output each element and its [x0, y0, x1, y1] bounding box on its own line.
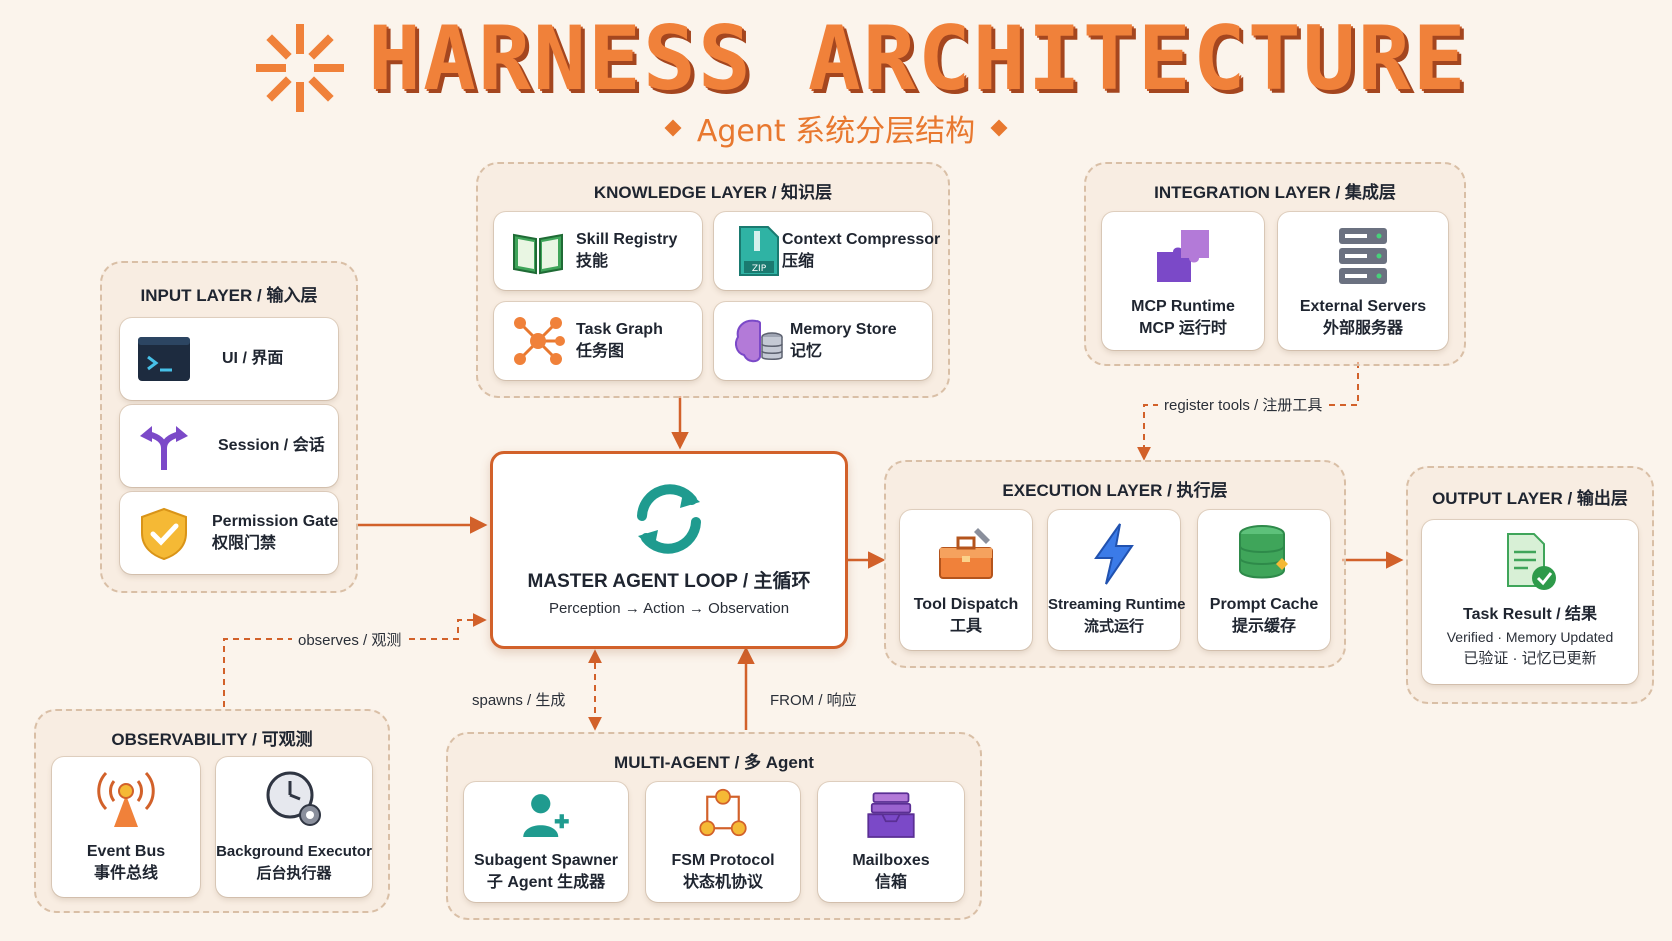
- input-layer: INPUT LAYER / 输入层 UI / 界面 Session / 会话 P…: [100, 261, 358, 593]
- svg-text:ZIP: ZIP: [752, 264, 767, 274]
- lightning-icon: [1094, 523, 1134, 585]
- refresh-cycle-icon: [637, 484, 701, 554]
- execution-layer-title: EXECUTION LAYER / 执行层: [1002, 481, 1228, 500]
- task-graph-label: Task Graph: [576, 321, 663, 338]
- card-streaming-runtime[interactable]: Streaming Runtime 流式运行: [1048, 510, 1186, 650]
- mcp-runtime-cn: MCP 运行时: [1139, 320, 1227, 337]
- permission-gate-cn: 权限门禁: [212, 535, 277, 552]
- ui-label: UI / 界面: [222, 350, 284, 367]
- mcp-runtime-label: MCP Runtime: [1131, 298, 1235, 315]
- input-layer-title: INPUT LAYER / 输入层: [140, 286, 318, 305]
- session-label: Session / 会话: [218, 437, 325, 454]
- card-ui[interactable]: UI / 界面: [120, 318, 338, 400]
- output-layer: OUTPUT LAYER / 输出层 Task Result / 结果 Veri…: [1406, 466, 1654, 704]
- observes-label: observes / 观测: [292, 629, 408, 650]
- multi-agent-layer: MULTI-AGENT / 多 Agent Subagent Spawner 子…: [446, 732, 982, 920]
- card-background-executor[interactable]: Background Executor 后台执行器: [216, 757, 372, 897]
- knowledge-layer-title: KNOWLEDGE LAYER / 知识层: [593, 183, 833, 202]
- card-prompt-cache[interactable]: Prompt Cache 提示缓存: [1198, 510, 1330, 650]
- tool-dispatch-cn: 工具: [949, 618, 982, 635]
- master-title: MASTER AGENT LOOP / 主循环: [527, 571, 811, 592]
- output-layer-title: OUTPUT LAYER / 输出层: [1432, 489, 1628, 508]
- card-external-servers[interactable]: External Servers 外部服务器: [1278, 212, 1448, 350]
- tool-dispatch-label: Tool Dispatch: [913, 596, 1019, 613]
- card-mcp-runtime[interactable]: MCP Runtime MCP 运行时: [1102, 212, 1264, 350]
- card-fsm-protocol[interactable]: FSM Protocol 状态机协议: [646, 782, 800, 902]
- knowledge-layer: KNOWLEDGE LAYER / 知识层 Skill Registry 技能 …: [476, 162, 950, 398]
- execution-layer: EXECUTION LAYER / 执行层 Tool Dispatch 工具 S…: [884, 460, 1346, 668]
- prompt-cache-cn: 提示缓存: [1231, 618, 1296, 635]
- card-session[interactable]: Session / 会话: [120, 405, 338, 487]
- streaming-runtime-cn: 流式运行: [1083, 618, 1144, 635]
- broadcast-icon: [97, 771, 155, 827]
- register-tools-label: register tools / 注册工具: [1158, 394, 1329, 415]
- task-result-label: Task Result / 结果: [1463, 606, 1597, 623]
- subagent-spawner-cn: 子 Agent 生成器: [486, 874, 606, 891]
- server-rack-icon: [1339, 228, 1387, 284]
- terminal-icon: [138, 337, 190, 381]
- card-permission-gate[interactable]: Permission Gate 权限门禁: [120, 492, 338, 574]
- external-servers-cn: 外部服务器: [1322, 320, 1403, 337]
- master-agent-loop[interactable]: MASTER AGENT LOOP / 主循环 Perception → Act…: [490, 451, 848, 649]
- memory-store-cn: 记忆: [790, 343, 823, 360]
- permission-gate-label: Permission Gate: [212, 513, 339, 530]
- clock-gear-icon: [266, 771, 321, 826]
- shield-check-icon: [141, 507, 187, 561]
- zip-file-icon: ZIP: [739, 226, 779, 276]
- verified-document-icon: [1507, 533, 1556, 590]
- card-task-result[interactable]: Task Result / 结果 Verified · Memory Updat…: [1422, 520, 1638, 684]
- card-subagent-spawner[interactable]: Subagent Spawner 子 Agent 生成器: [464, 782, 628, 902]
- card-skill-registry[interactable]: Skill Registry 技能: [494, 212, 702, 290]
- streaming-runtime-label: Streaming Runtime: [1048, 596, 1186, 613]
- context-compressor-label: Context Compressor: [782, 231, 941, 248]
- background-executor-cn: 后台执行器: [256, 865, 332, 882]
- observability-layer: OBSERVABILITY / 可观测 Event Bus 事件总线 Backg…: [34, 709, 390, 913]
- subagent-spawner-label: Subagent Spawner: [473, 852, 619, 869]
- mailboxes-cn: 信箱: [874, 874, 907, 891]
- brain-database-icon: [735, 319, 783, 363]
- card-memory-store[interactable]: Memory Store 记忆: [714, 302, 932, 380]
- graph-nodes-icon: [514, 317, 565, 365]
- inbox-tray-icon: [867, 792, 915, 838]
- from-label: FROM / 响应: [764, 689, 863, 710]
- memory-store-label: Memory Store: [790, 321, 897, 338]
- external-servers-label: External Servers: [1299, 298, 1427, 315]
- task-result-status: Verified · Memory Updated: [1446, 629, 1614, 645]
- integration-layer-title: INTEGRATION LAYER / 集成层: [1154, 183, 1396, 202]
- state-machine-icon: [699, 788, 747, 837]
- integration-layer: INTEGRATION LAYER / 集成层 MCP Runtime MCP …: [1084, 162, 1466, 366]
- prompt-cache-label: Prompt Cache: [1209, 596, 1319, 613]
- card-task-graph[interactable]: Task Graph 任务图: [494, 302, 702, 380]
- mailboxes-label: Mailboxes: [852, 852, 930, 869]
- toolbox-icon: [939, 528, 993, 579]
- multi-agent-layer-title: MULTI-AGENT / 多 Agent: [614, 753, 814, 772]
- task-result-status-cn: 已验证 · 记忆已更新: [1463, 650, 1597, 667]
- skill-registry-cn: 技能: [576, 253, 609, 270]
- context-compressor-cn: 压缩: [782, 253, 815, 270]
- add-user-icon: [523, 794, 569, 837]
- background-executor-label: Background Executor: [216, 843, 372, 860]
- card-context-compressor[interactable]: ZIP Context Compressor 压缩: [714, 212, 940, 290]
- database-cache-icon: [1239, 525, 1288, 579]
- fsm-protocol-cn: 状态机协议: [682, 874, 763, 891]
- master-subtitle: Perception → Action → Observation: [548, 600, 790, 617]
- task-graph-cn: 任务图: [576, 343, 625, 360]
- fork-arrows-icon: [140, 426, 188, 470]
- book-icon: [513, 233, 563, 275]
- skill-registry-label: Skill Registry: [576, 231, 678, 248]
- card-mailboxes[interactable]: Mailboxes 信箱: [818, 782, 964, 902]
- card-tool-dispatch[interactable]: Tool Dispatch 工具: [900, 510, 1032, 650]
- puzzle-icon: [1157, 230, 1209, 282]
- fsm-protocol-label: FSM Protocol: [671, 852, 775, 869]
- spawns-label: spawns / 生成: [466, 689, 572, 710]
- event-bus-label: Event Bus: [86, 843, 166, 860]
- observability-layer-title: OBSERVABILITY / 可观测: [111, 730, 313, 749]
- event-bus-cn: 事件总线: [93, 865, 158, 882]
- card-event-bus[interactable]: Event Bus 事件总线: [52, 757, 200, 897]
